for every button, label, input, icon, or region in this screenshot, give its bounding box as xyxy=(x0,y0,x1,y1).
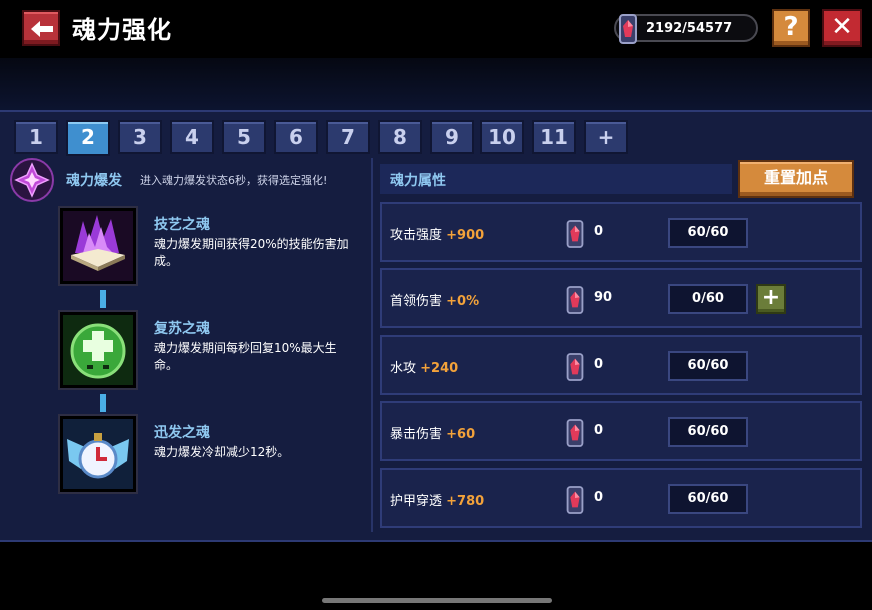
attribute-cost: 90 xyxy=(594,290,613,305)
skill-description: 魂力爆发期间每秒回复10%最大生命。 xyxy=(154,341,337,372)
skill-card[interactable]: 迅发之魂 魂力爆发冷却减少12秒。 xyxy=(60,416,360,496)
attribute-cost: 0 xyxy=(594,423,604,438)
attribute-cost: 0 xyxy=(594,490,604,505)
soul-gem-icon xyxy=(566,353,584,381)
soul-gem-icon xyxy=(566,286,584,314)
skill-description: 魂力爆发冷却减少12秒。 xyxy=(154,445,290,459)
attribute-label: 护甲穿透 +780 xyxy=(390,494,485,509)
tab-4[interactable]: 4 xyxy=(170,120,214,154)
skill-card[interactable]: 技艺之魂 魂力爆发期间获得20%的技能伤害加成。 xyxy=(60,208,360,288)
skill-name: 技艺之魂 xyxy=(154,217,210,233)
top-bar: 魂力强化 2192/54577 ? ✕ xyxy=(0,0,872,58)
tab-1[interactable]: 1 xyxy=(14,120,58,154)
green-heal-orb-icon xyxy=(60,312,136,388)
attribute-bonus: +780 xyxy=(446,494,485,509)
burst-label: 魂力爆发 xyxy=(66,173,122,189)
add-point-button[interactable]: + xyxy=(756,284,786,314)
attribute-level: 60/60 xyxy=(668,351,748,381)
attribute-level: 60/60 xyxy=(668,484,748,514)
skill-name: 迅发之魂 xyxy=(154,425,210,441)
soul-gem-icon xyxy=(566,486,584,514)
attribute-row-armor-pen: 护甲穿透 +780 0 60/60 xyxy=(380,468,862,528)
help-button[interactable]: ? xyxy=(772,9,810,47)
skill-name: 复苏之魂 xyxy=(154,321,210,337)
soul-burst-column: 魂力爆发 进入魂力爆发状态6秒，获得选定强化! 技艺之魂 魂力爆发期间获得20%… xyxy=(8,156,372,536)
tab-6[interactable]: 6 xyxy=(274,120,318,154)
purple-flame-book-icon xyxy=(60,208,136,284)
soul-gem-value: 2192/54577 xyxy=(646,21,733,36)
attribute-header-label: 魂力属性 xyxy=(390,173,446,189)
close-button[interactable]: ✕ xyxy=(822,9,862,47)
attribute-bonus: +240 xyxy=(420,361,459,376)
page-title: 魂力强化 xyxy=(72,16,172,44)
reset-points-button[interactable]: 重置加点 xyxy=(738,160,854,198)
home-indicator[interactable] xyxy=(322,598,552,603)
attribute-level: 0/60 xyxy=(668,284,748,314)
skill-description: 魂力爆发期间获得20%的技能伤害加成。 xyxy=(154,237,349,268)
tab-add[interactable]: + xyxy=(584,120,628,154)
attribute-label: 攻击强度 +900 xyxy=(390,228,485,243)
skill-connector xyxy=(100,394,106,412)
burst-header: 魂力爆发 进入魂力爆发状态6秒，获得选定强化! xyxy=(8,156,372,202)
background-band xyxy=(0,58,872,114)
back-arrow-icon xyxy=(31,21,53,37)
tab-10[interactable]: 10 xyxy=(480,120,524,154)
back-button[interactable] xyxy=(22,10,60,46)
winged-clock-icon xyxy=(60,416,136,492)
attribute-row-boss-damage: 首领伤害 +0% 90 0/60 + xyxy=(380,268,862,328)
attribute-cost: 0 xyxy=(594,224,604,239)
attribute-row-water-attack: 水攻 +240 0 60/60 xyxy=(380,335,862,395)
attribute-row-attack: 攻击强度 +900 0 60/60 xyxy=(380,202,862,262)
attribute-level: 60/60 xyxy=(668,417,748,447)
attribute-bonus: +60 xyxy=(446,427,476,442)
attribute-level: 60/60 xyxy=(668,218,748,248)
soul-burst-icon xyxy=(10,158,54,202)
attribute-label: 水攻 +240 xyxy=(390,361,459,376)
tab-3[interactable]: 3 xyxy=(118,120,162,154)
burst-description: 进入魂力爆发状态6秒，获得选定强化! xyxy=(140,174,328,187)
tab-7[interactable]: 7 xyxy=(326,120,370,154)
attribute-row-crit-damage: 暴击伤害 +60 0 60/60 xyxy=(380,401,862,461)
tab-9[interactable]: 9 xyxy=(430,120,474,154)
tab-5[interactable]: 5 xyxy=(222,120,266,154)
skill-connector xyxy=(100,290,106,308)
attribute-label: 暴击伤害 +60 xyxy=(390,427,476,442)
skill-card[interactable]: 复苏之魂 魂力爆发期间每秒回复10%最大生命。 xyxy=(60,312,360,392)
tab-11[interactable]: 11 xyxy=(532,120,576,154)
column-divider xyxy=(371,158,373,532)
tab-2[interactable]: 2 xyxy=(66,120,110,156)
tab-8[interactable]: 8 xyxy=(378,120,422,154)
soul-gem-icon xyxy=(566,220,584,248)
attribute-label: 首领伤害 +0% xyxy=(390,294,480,309)
attribute-bonus: +0% xyxy=(446,294,480,309)
attribute-cost: 0 xyxy=(594,357,604,372)
attribute-header: 魂力属性 xyxy=(380,164,732,194)
soul-gem-counter: 2192/54577 xyxy=(614,14,758,44)
attribute-bonus: +900 xyxy=(446,228,485,243)
soul-gem-icon xyxy=(566,419,584,447)
soul-gem-icon xyxy=(619,14,637,44)
